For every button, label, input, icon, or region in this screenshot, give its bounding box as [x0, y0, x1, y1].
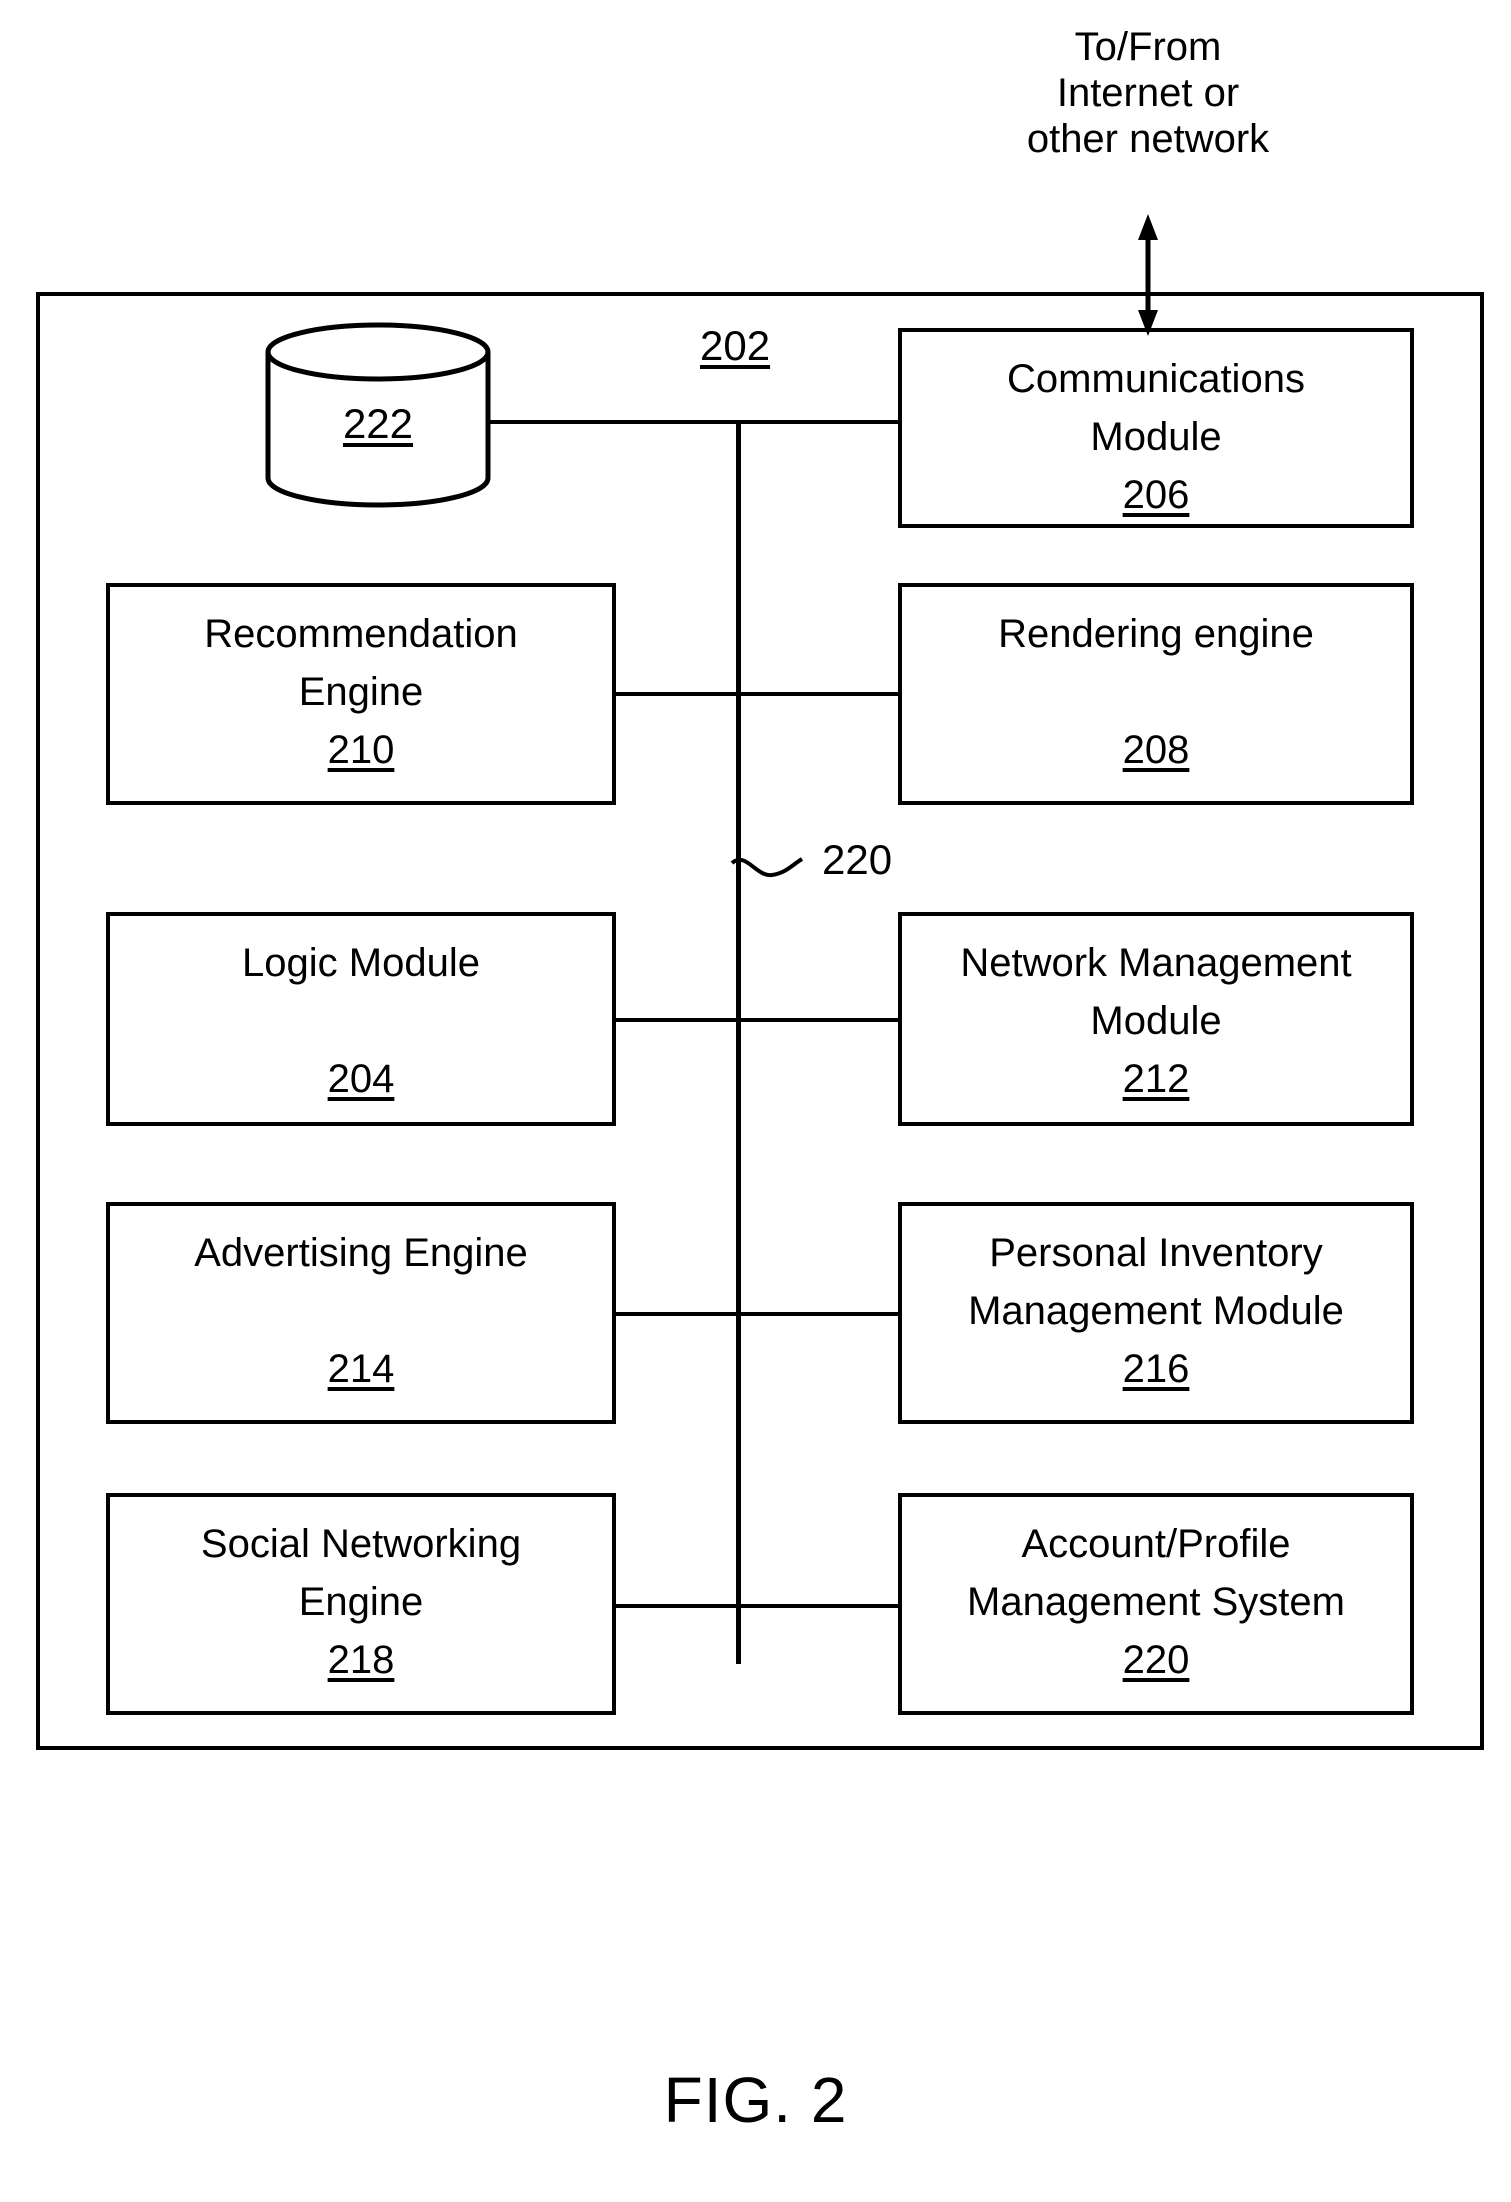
module-advertising-engine-title: Advertising Engine [194, 1231, 528, 1275]
module-logic-ref: 204 [327, 1057, 395, 1101]
connector-recommendation-to-bus [612, 692, 740, 696]
network-annotation-text: To/From Internet or other network [1026, 25, 1270, 161]
connector-bus-to-network [736, 1018, 900, 1022]
module-recommendation-engine-ref: 210 [327, 728, 395, 772]
module-account-profile-management: Account/Profile Management System 220 [898, 1493, 1414, 1715]
connector-bus-to-communications [736, 420, 900, 424]
system-ref-label-202: 202 [700, 322, 771, 369]
module-social-networking-engine-title: Social Networking Engine [200, 1522, 522, 1624]
module-communications: Communications Module 206 [898, 328, 1414, 528]
connector-advertising-to-bus [612, 1312, 740, 1316]
module-recommendation-engine-title: Recommendation Engine [204, 612, 518, 714]
bus-leader-squiggle-icon [730, 857, 804, 877]
datastore-ref-label-222: 222 [342, 400, 414, 447]
module-logic: Logic Module 204 [106, 912, 616, 1126]
module-communications-ref: 206 [1122, 473, 1190, 517]
module-personal-inventory-management-title: Personal Inventory Management Module [968, 1231, 1344, 1333]
module-advertising-engine-ref: 214 [327, 1347, 395, 1391]
module-rendering-engine-title: Rendering engine [998, 612, 1314, 656]
connector-social-to-bus [612, 1604, 740, 1608]
connector-bus-to-rendering [736, 692, 900, 696]
connector-logic-to-bus [612, 1018, 740, 1022]
module-network-management: Network Management Module 212 [898, 912, 1414, 1126]
module-network-management-ref: 212 [1122, 1057, 1190, 1101]
module-social-networking-engine: Social Networking Engine 218 [106, 1493, 616, 1715]
module-account-profile-management-title: Account/Profile Management System [967, 1522, 1345, 1624]
module-communications-title: Communications Module [1007, 357, 1305, 459]
module-personal-inventory-management: Personal Inventory Management Module 216 [898, 1202, 1414, 1424]
figure-caption: FIG. 2 [663, 2064, 848, 2136]
bus-ref-label-220: 220 [822, 836, 893, 883]
connector-bus-to-inventory [736, 1312, 900, 1316]
module-advertising-engine: Advertising Engine 214 [106, 1202, 616, 1424]
module-rendering-engine-ref: 208 [1122, 728, 1190, 772]
module-network-management-title: Network Management Module [960, 941, 1352, 1043]
module-rendering-engine: Rendering engine 208 [898, 583, 1414, 805]
internal-bus-line [736, 420, 741, 1664]
patent-figure: To/From Internet or other network 202 22… [0, 0, 1511, 2202]
module-recommendation-engine: Recommendation Engine 210 [106, 583, 616, 805]
connector-bus-to-account [736, 1604, 900, 1608]
module-account-profile-management-ref: 220 [1122, 1638, 1190, 1682]
module-social-networking-engine-ref: 218 [327, 1638, 395, 1682]
module-logic-title: Logic Module [242, 941, 480, 985]
connector-datastore-to-bus [488, 420, 740, 424]
module-personal-inventory-management-ref: 216 [1122, 1347, 1190, 1391]
